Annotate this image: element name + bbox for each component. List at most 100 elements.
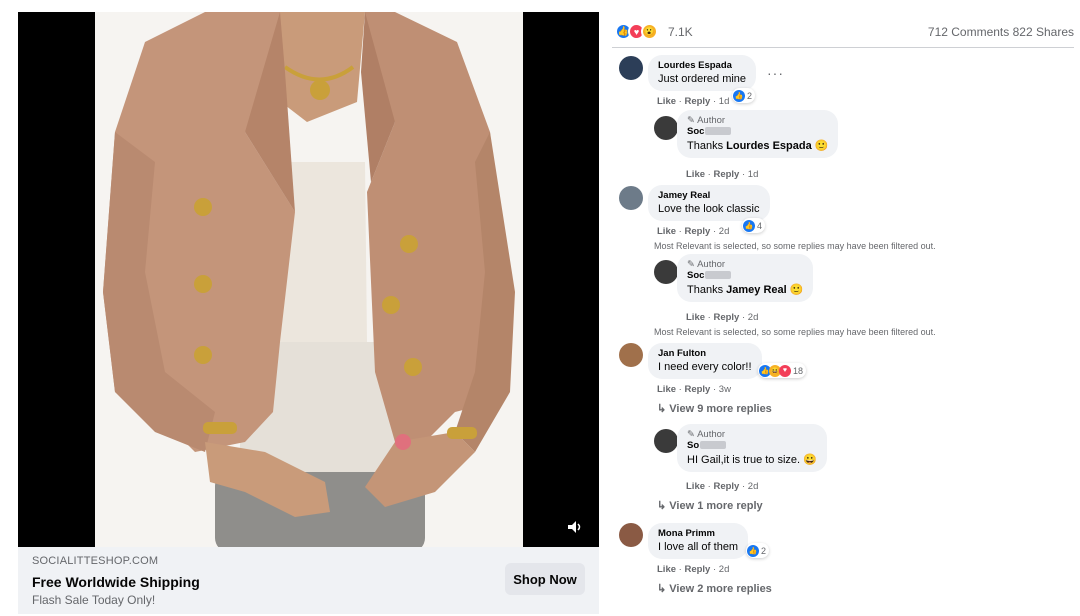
comment-text: I need every color!! <box>658 361 752 373</box>
comment-reactions[interactable]: 👍 2 <box>746 543 770 558</box>
author-badge: ✎ Author <box>687 259 726 270</box>
reaction-count: 4 <box>757 220 763 231</box>
comment-time[interactable]: 3w <box>719 384 731 395</box>
comment-bubble: Mona Primm I love all of them <box>648 523 749 559</box>
comments-count[interactable]: 712 Comments <box>928 25 1009 39</box>
like-action[interactable]: Like <box>657 96 676 107</box>
comment-actions: Like · Reply · 3w <box>657 384 731 395</box>
comment-reactions[interactable]: 👍 😆 ♥ 18 <box>758 363 807 378</box>
reaction-count: 2 <box>761 545 767 556</box>
comment-actions: Like · Reply · 1d <box>686 169 759 180</box>
blazer-illustration <box>95 12 523 547</box>
like-icon: 👍 <box>733 89 745 102</box>
avatar[interactable] <box>619 523 643 547</box>
commenter-name[interactable]: Jamey Real <box>658 190 760 201</box>
comment-actions: Like · Reply · 2d <box>686 312 759 323</box>
comment-time[interactable]: 1d <box>748 169 759 180</box>
comment-bubble: Lourdes Espada Just ordered mine <box>648 55 757 91</box>
mention-link[interactable]: Jamey Real <box>726 284 787 296</box>
ad-headline[interactable]: Free Worldwide Shipping <box>32 574 200 590</box>
redacted-name <box>700 441 727 450</box>
comment-time[interactable]: 2d <box>748 312 759 323</box>
reply-action[interactable]: Reply <box>684 226 710 237</box>
comment-time[interactable]: 1d <box>719 96 730 107</box>
ad-video[interactable] <box>18 12 599 547</box>
avatar[interactable] <box>619 343 643 367</box>
view-more-replies[interactable]: ↳ View 2 more replies <box>657 582 772 595</box>
comments-panel: 👍 ♥ 😮 7.1K 712 Comments 822 Shares Lourd… <box>612 12 1074 616</box>
comment-bubble: Jamey Real Love the look classic <box>648 185 770 221</box>
redacted-name <box>705 271 732 280</box>
view-more-replies[interactable]: ↳ View 1 more reply <box>657 499 763 512</box>
commenter-name[interactable]: Lourdes Espada <box>658 60 746 71</box>
like-action[interactable]: Like <box>657 564 676 575</box>
avatar[interactable] <box>619 56 643 80</box>
reply-action[interactable]: Reply <box>713 312 739 323</box>
author-avatar[interactable] <box>654 116 678 140</box>
like-action[interactable]: Like <box>686 481 705 492</box>
comment-share-counts: 712 Comments 822 Shares <box>928 25 1074 39</box>
reaction-stats-bar: 👍 ♥ 😮 7.1K 712 Comments 822 Shares <box>612 12 1074 48</box>
comment-actions: Like · Reply · 2d <box>657 564 730 575</box>
like-action[interactable]: Like <box>657 384 676 395</box>
like-action[interactable]: Like <box>657 226 676 237</box>
reaction-summary[interactable]: 👍 ♥ 😮 <box>615 23 658 40</box>
comment-reactions[interactable]: 👍 4 <box>742 218 766 233</box>
comment-actions: Like · Reply · 2d <box>686 481 759 492</box>
reaction-count: 2 <box>747 90 753 101</box>
commenter-name[interactable]: Soc <box>687 270 803 281</box>
shop-now-button[interactable]: Shop Now <box>505 563 585 595</box>
comment-text: Thanks Lourdes Espada 🙂 <box>687 140 829 152</box>
view-more-replies[interactable]: ↳ View 9 more replies <box>657 402 772 415</box>
comment-text: Just ordered mine <box>658 73 747 85</box>
reaction-count: 18 <box>793 365 804 376</box>
reply-action[interactable]: Reply <box>684 96 710 107</box>
comment-time[interactable]: 2d <box>748 481 759 492</box>
author-badge: ✎ Author <box>687 429 726 440</box>
author-avatar[interactable] <box>654 429 678 453</box>
shares-count[interactable]: 822 Shares <box>1013 25 1074 39</box>
reply-bubble: ✎ Author Soc Thanks Lourdes Espada 🙂 <box>677 110 839 158</box>
more-options-icon[interactable]: ··· <box>767 65 784 81</box>
reply-action[interactable]: Reply <box>713 481 739 492</box>
ad-footer[interactable]: SOCIALITTESHOP.COM Free Worldwide Shippi… <box>18 547 599 614</box>
product-photo[interactable] <box>95 12 523 547</box>
like-icon: 👍 <box>747 544 759 557</box>
comment-text: I love all of them <box>658 541 739 553</box>
commenter-name[interactable]: So <box>687 440 817 451</box>
comment-time[interactable]: 2d <box>719 564 730 575</box>
ad-card: SOCIALITTESHOP.COM Free Worldwide Shippi… <box>18 12 599 614</box>
like-action[interactable]: Like <box>686 312 705 323</box>
wow-icon: 😮 <box>641 23 658 40</box>
redacted-name <box>705 127 732 136</box>
commenter-name[interactable]: Soc <box>687 126 828 137</box>
avatar[interactable] <box>619 186 643 210</box>
reply-action[interactable]: Reply <box>684 384 710 395</box>
comment-time[interactable]: 2d <box>719 226 730 237</box>
comment-actions: Like · Reply · 2d <box>657 226 730 237</box>
reply-bubble: ✎ Author Soc Thanks Jamey Real 🙂 <box>677 254 814 302</box>
comment-text: HI Gail,it is true to size. 😀 <box>687 454 817 466</box>
reply-action[interactable]: Reply <box>713 169 739 180</box>
comment-text: Thanks Jamey Real 🙂 <box>687 284 804 296</box>
like-action[interactable]: Like <box>686 169 705 180</box>
author-avatar[interactable] <box>654 260 678 284</box>
ad-subline: Flash Sale Today Only! <box>32 593 156 607</box>
love-icon: ♥ <box>779 364 791 377</box>
mention-link[interactable]: Lourdes Espada <box>726 140 812 152</box>
like-icon: 👍 <box>743 219 755 232</box>
comment-bubble: Jan Fulton I need every color!! <box>648 343 762 379</box>
volume-icon[interactable] <box>565 517 585 537</box>
comment-reactions[interactable]: 👍 2 <box>732 88 756 103</box>
ad-domain: SOCIALITTESHOP.COM <box>32 555 159 567</box>
reply-bubble: ✎ Author So HI Gail,it is true to size. … <box>677 424 827 472</box>
filter-notice: Most Relevant is selected, so some repli… <box>654 327 936 337</box>
reply-action[interactable]: Reply <box>684 564 710 575</box>
commenter-name[interactable]: Mona Primm <box>658 528 738 539</box>
reaction-count[interactable]: 7.1K <box>668 25 693 39</box>
comment-actions: Like · Reply · 1d <box>657 96 730 107</box>
comment-text: Love the look classic <box>658 203 760 215</box>
commenter-name[interactable]: Jan Fulton <box>658 348 752 359</box>
filter-notice: Most Relevant is selected, so some repli… <box>654 241 936 251</box>
author-badge: ✎ Author <box>687 115 726 126</box>
